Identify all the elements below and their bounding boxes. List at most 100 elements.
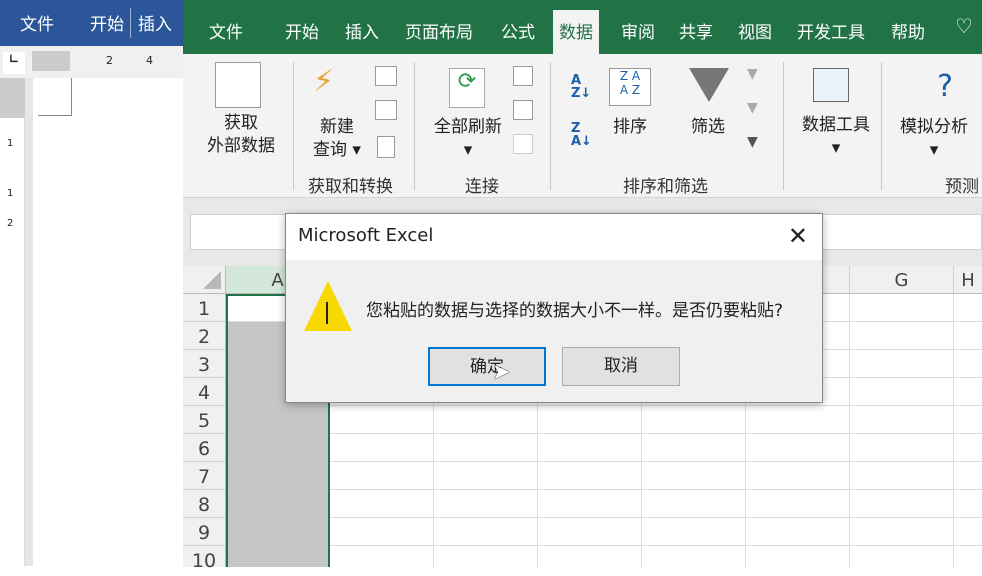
mouse-cursor-icon: ➤ (492, 360, 511, 385)
ruler-mark: 4 (146, 54, 153, 67)
dialog-title: Microsoft Excel (298, 225, 434, 246)
warning-mark (326, 302, 328, 324)
tab-stop-icon[interactable]: ∟ (3, 52, 25, 74)
refresh-all-icon: ⟳ (449, 68, 485, 108)
tab-home[interactable]: 开始 (285, 18, 319, 43)
tab-help[interactable]: 帮助 (891, 18, 925, 43)
row-header-4[interactable]: 4 (183, 378, 226, 406)
group-sort-filter: 排序和筛选 (623, 177, 708, 197)
horizontal-ruler: ∟ 2 4 (0, 46, 183, 78)
properties-icon[interactable] (513, 100, 533, 120)
divider (414, 62, 415, 190)
data-tools-icon (813, 68, 849, 102)
group-get-transform: 获取和转换 (308, 177, 393, 197)
sort-desc-icon[interactable]: Z A↓ (571, 122, 592, 148)
ok-button[interactable]: 确定 (428, 347, 546, 386)
filter-icon (689, 68, 729, 102)
clear-filter-icon[interactable]: ▼ (747, 66, 758, 82)
sort-button[interactable]: 排序 (605, 116, 655, 139)
gridline (849, 294, 850, 567)
lightbulb-icon[interactable]: ♡ (955, 14, 973, 38)
group-connections: 连接 (465, 177, 499, 197)
ruler-margin (0, 78, 25, 118)
select-all-button[interactable] (183, 266, 226, 294)
word-tab-bar: 文件 开始 插入 (0, 0, 183, 46)
column-header-G[interactable]: G (850, 266, 954, 294)
ruler-mark: 1 (7, 138, 14, 149)
word-tab-home[interactable]: 开始 (90, 10, 124, 35)
sort-icon: Z AA Z (609, 68, 651, 106)
row-header-7[interactable]: 7 (183, 462, 226, 490)
word-tab-file[interactable]: 文件 (20, 10, 54, 35)
gridline (226, 545, 982, 546)
cancel-button[interactable]: 取消 (562, 347, 680, 386)
group-forecast: 预测 (945, 177, 979, 197)
ruler-margin (32, 51, 70, 71)
new-query-label: 查询 (313, 140, 348, 160)
tab-data[interactable]: 数据 (553, 10, 599, 54)
refresh-all-label: 全部刷新 (434, 117, 502, 137)
refresh-all-button[interactable]: 全部刷新 ▾ (423, 116, 513, 162)
advanced-filter-icon[interactable]: ▼ (747, 134, 758, 150)
tab-developer[interactable]: 开发工具 (797, 18, 865, 43)
row-header-10[interactable]: 10 (183, 546, 226, 572)
word-page (33, 78, 183, 566)
from-table-icon[interactable] (375, 100, 397, 120)
row-header-9[interactable]: 9 (183, 518, 226, 546)
divider (130, 8, 131, 38)
tab-share[interactable]: 共享 (679, 18, 713, 43)
row-header-1[interactable]: 1 (183, 294, 226, 322)
column-header-H[interactable]: H (954, 266, 982, 294)
get-external-data-button[interactable]: 获取 外部数据 (191, 112, 291, 158)
row-header-3[interactable]: 3 (183, 350, 226, 378)
what-if-label: 模拟分析 (900, 117, 968, 137)
connections-icon[interactable] (513, 66, 533, 86)
word-tab-insert[interactable]: 插入 (138, 10, 172, 35)
gridline (226, 433, 982, 434)
divider (293, 62, 294, 190)
divider (550, 62, 551, 190)
row-header-8[interactable]: 8 (183, 490, 226, 518)
get-external-data-icon (215, 62, 261, 108)
excel-tab-bar: 文件 开始 插入 页面布局 公式 数据 审阅 共享 视图 开发工具 帮助 ♡ (183, 0, 982, 54)
vertical-ruler: 1 1 2 (0, 78, 25, 566)
recent-sources-icon[interactable] (377, 136, 395, 158)
row-header-5[interactable]: 5 (183, 406, 226, 434)
ruler-mark: 2 (106, 54, 113, 67)
gridline (226, 405, 982, 406)
word-document-area: ∟ 2 4 1 1 2 (0, 46, 183, 566)
ruler-mark: 1 (7, 188, 14, 199)
ribbon: 获取 外部数据 ⚡ 新建 查询 ▾ 获取和转换 ⟳ 全部刷新 ▾ 连接 A Z↓ ZA… (183, 54, 982, 198)
what-if-button[interactable]: 模拟分析 ▾ (889, 116, 979, 162)
ruler-mark: 2 (7, 218, 14, 229)
data-tools-label: 数据工具 (802, 115, 870, 135)
show-queries-icon[interactable] (375, 66, 397, 86)
gridline (226, 461, 982, 462)
sort-asc-icon[interactable]: A Z↓ (571, 74, 591, 100)
new-query-icon: ⚡ (313, 64, 335, 99)
edit-links-icon[interactable] (513, 134, 533, 154)
tab-insert[interactable]: 插入 (345, 18, 379, 43)
tab-view[interactable]: 视图 (738, 18, 772, 43)
gridline (226, 517, 982, 518)
select-all-triangle-icon (203, 271, 221, 289)
row-header-6[interactable]: 6 (183, 434, 226, 462)
close-icon[interactable]: ✕ (788, 222, 808, 250)
filter-button[interactable]: 筛选 (683, 116, 733, 139)
what-if-icon: ? (937, 69, 953, 104)
divider (783, 62, 784, 190)
tab-formulas[interactable]: 公式 (501, 18, 535, 43)
gridline (226, 489, 982, 490)
dialog-message: 您粘贴的数据与选择的数据大小不一样。是否仍要粘贴? (366, 301, 784, 321)
tab-file[interactable]: 文件 (209, 18, 243, 43)
data-tools-button[interactable]: 数据工具 ▾ (791, 114, 881, 160)
row-header-2[interactable]: 2 (183, 322, 226, 350)
tab-review[interactable]: 审阅 (621, 18, 655, 43)
dialog-titlebar: Microsoft Excel ✕ (286, 214, 822, 260)
gridline (953, 294, 954, 567)
divider (881, 62, 882, 190)
new-query-button[interactable]: 新建 查询 ▾ (307, 116, 367, 162)
tab-page-layout[interactable]: 页面布局 (405, 18, 473, 43)
new-query-label: 新建 (320, 117, 354, 137)
reapply-icon[interactable]: ▼ (747, 100, 758, 116)
